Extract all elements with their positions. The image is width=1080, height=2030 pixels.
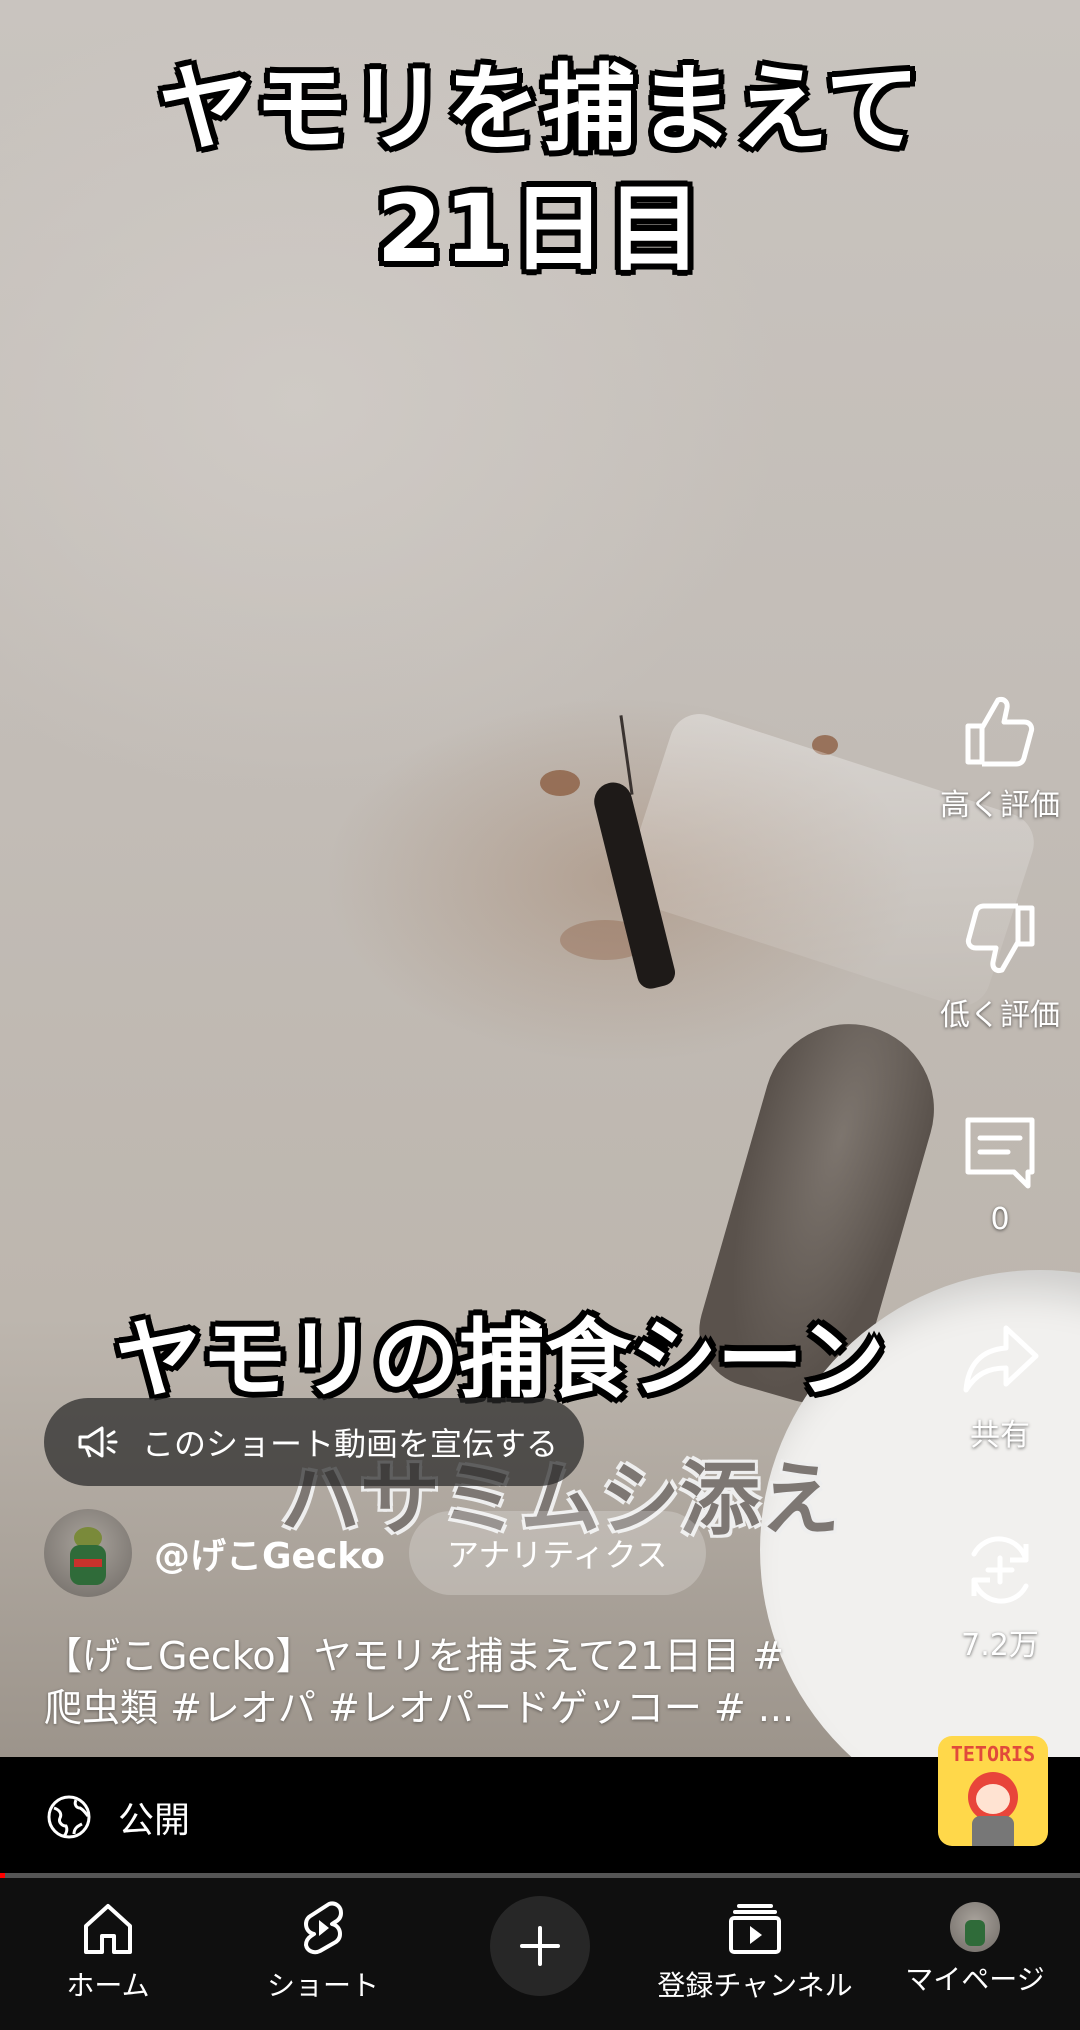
caption-line: 爬虫類 #レオパ #レオパードゲッコー # ...	[44, 1686, 795, 1730]
profile-avatar	[950, 1902, 1000, 1952]
like-label: 高く評価	[940, 788, 1060, 823]
like-button[interactable]: 高く評価	[920, 690, 1080, 824]
analytics-button[interactable]: アナリティクス	[409, 1511, 706, 1595]
caption-line: 【げこGecko】ヤモリを捕まえて21日目 #	[44, 1634, 784, 1678]
promote-label: このショート動画を宣伝する	[142, 1425, 559, 1463]
comments-count: 0	[990, 1202, 1010, 1237]
channel-handle[interactable]: @げこGecko	[154, 1527, 385, 1579]
share-button[interactable]: 共有	[920, 1320, 1080, 1454]
promote-short-button[interactable]: このショート動画を宣伝する	[44, 1398, 584, 1486]
nav-shorts-label: ショート	[266, 1969, 379, 2002]
shorts-icon	[304, 1901, 343, 1955]
dislike-button[interactable]: 低く評価	[920, 900, 1080, 1034]
badge-text: TETORIS	[950, 1742, 1036, 1766]
home-icon	[84, 1904, 132, 1954]
stain	[540, 770, 580, 796]
dislike-label: 低く評価	[940, 998, 1060, 1033]
share-icon	[963, 1325, 1039, 1393]
visibility-bar[interactable]: 公開	[0, 1757, 1080, 1877]
remix-icon	[971, 1536, 1029, 1604]
globe-icon	[47, 1795, 91, 1839]
video-caption[interactable]: 【げこGecko】ヤモリを捕まえて21日目 # 爬虫類 #レオパ #レオパードゲ…	[44, 1630, 904, 1734]
comment-icon	[965, 1117, 1035, 1189]
nav-home-label: ホーム	[66, 1969, 150, 2002]
remix-count: 7.2万	[961, 1628, 1039, 1663]
nav-you-label: マイページ	[905, 1963, 1045, 1996]
bottom-navigation: ホーム ショート 登録チャンネル マイページ	[0, 1878, 1080, 2030]
visibility-label: 公開	[118, 1800, 191, 1841]
video-player[interactable]: ヤモリを捕まえて 21日目 ヤモリの捕食シーン ハサミムシ添え	[0, 0, 1080, 1757]
nav-subscriptions[interactable]: 登録チャンネル	[655, 1878, 855, 2030]
thumbs-down-icon	[965, 903, 1035, 973]
create-button[interactable]	[490, 1896, 590, 1996]
thumbs-up-icon	[965, 697, 1035, 767]
tetoris-game-badge[interactable]: TETORIS	[938, 1736, 1048, 1846]
remix-button[interactable]: 7.2万	[920, 1530, 1080, 1664]
nav-you[interactable]: マイページ	[900, 1878, 1050, 2030]
channel-row: @げこGecko アナリティクス	[44, 1508, 706, 1598]
subscriptions-icon	[729, 1904, 781, 1954]
nav-subscriptions-label: 登録チャンネル	[657, 1969, 853, 2002]
megaphone-icon	[78, 1426, 118, 1458]
earwig-antenna	[619, 715, 634, 795]
video-overlay-title: ヤモリを捕まえて 21日目	[158, 55, 922, 284]
channel-avatar[interactable]	[44, 1509, 132, 1597]
plus-icon	[520, 1926, 560, 1966]
nav-shorts[interactable]: ショート	[258, 1878, 388, 2030]
share-label: 共有	[970, 1418, 1030, 1453]
nav-home[interactable]: ホーム	[48, 1878, 168, 2030]
comments-button[interactable]: 0	[920, 1112, 1080, 1237]
video-overlay-subtitle: ヤモリの捕食シーン	[115, 1310, 885, 1410]
